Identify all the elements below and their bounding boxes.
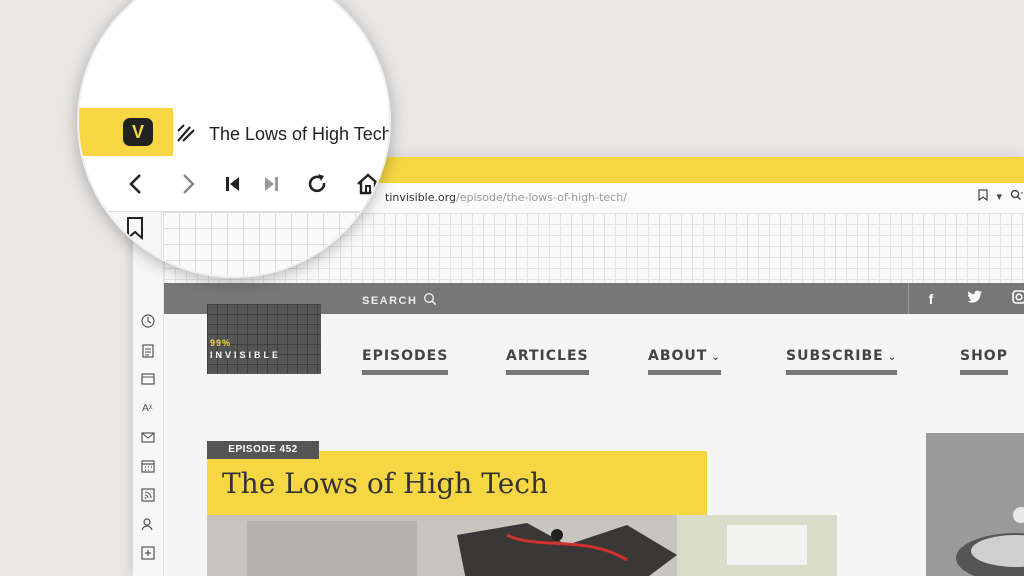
episode-badge[interactable]: EPISODE 452 [207, 441, 319, 459]
logo-word: INVISIBLE [210, 350, 282, 360]
url-path: /episode/the-lows-of-high-tech/ [456, 191, 627, 204]
reload-icon[interactable] [305, 172, 329, 196]
search-label: SEARCH [362, 294, 418, 307]
search-icon [423, 292, 437, 309]
mail-icon[interactable] [140, 429, 156, 445]
home-icon[interactable] [355, 172, 379, 196]
nav-label: ABOUT [648, 348, 708, 364]
episode-hero-image[interactable] [207, 515, 837, 576]
bookmark-dropdown-icon[interactable]: ▾ [996, 190, 1002, 203]
forward-icon[interactable] [175, 172, 199, 196]
history-icon[interactable] [140, 313, 156, 329]
notes-icon[interactable] [140, 343, 156, 359]
twitter-icon[interactable] [953, 290, 997, 307]
url-field[interactable]: tinvisible.org/episode/the-lows-of-high-… [385, 191, 627, 204]
social-links: f [908, 283, 1024, 314]
magnifier-bubble: V The Lows of High Tech [77, 0, 391, 278]
calendar-icon[interactable] [140, 458, 156, 474]
tab-title[interactable]: The Lows of High Tech [209, 124, 389, 145]
feeds-icon[interactable] [140, 487, 156, 503]
site-search[interactable]: SEARCH [362, 292, 437, 309]
episode-title: The Lows of High Tech [222, 467, 549, 500]
bookmarks-icon[interactable] [125, 216, 145, 245]
site-logo[interactable]: 99% INVISIBLE [207, 304, 321, 374]
nav-label: EPISODES [362, 348, 449, 364]
vivaldi-logo-icon[interactable]: V [123, 118, 153, 146]
bookmark-page-icon[interactable] [978, 189, 989, 204]
address-actions: ▾ [978, 189, 1024, 204]
nav-label: SUBSCRIBE [786, 348, 884, 364]
translate-icon[interactable]: Aᵡ [140, 399, 156, 415]
nav-shop[interactable]: SHOP [960, 348, 1008, 375]
magnified-grid-pattern [163, 212, 389, 276]
nav-label: ARTICLES [506, 348, 589, 364]
window-panel-icon[interactable] [140, 371, 156, 387]
side-photo[interactable] [926, 433, 1024, 576]
chevron-down-icon: ⌄ [887, 352, 898, 363]
url-domain: tinvisible.org [385, 191, 457, 204]
svg-text:Aᵡ: Aᵡ [142, 403, 153, 414]
instagram-icon[interactable] [997, 290, 1024, 307]
contacts-icon[interactable] [140, 516, 156, 532]
chevron-down-icon: ⌄ [711, 352, 721, 363]
facebook-icon[interactable]: f [909, 291, 953, 307]
fast-forward-icon[interactable] [259, 172, 283, 196]
nav-articles[interactable]: ARTICLES [506, 348, 589, 375]
logo-number: 99% [210, 338, 232, 348]
rewind-icon[interactable] [221, 172, 245, 196]
nav-label: SHOP [960, 348, 1008, 364]
search-engine-icon[interactable] [1010, 189, 1024, 204]
tab-favicon-icon [175, 122, 197, 149]
navigation-toolbar [79, 156, 389, 212]
episode-title-box: The Lows of High Tech [207, 451, 707, 515]
nav-subscribe[interactable]: SUBSCRIBE ⌄ [786, 348, 898, 375]
magnified-side-panel [79, 212, 162, 276]
add-panel-icon[interactable] [140, 545, 156, 561]
nav-episodes[interactable]: EPISODES [362, 348, 449, 375]
nav-about[interactable]: ABOUT ⌄ [648, 348, 721, 375]
back-icon[interactable] [125, 172, 149, 196]
